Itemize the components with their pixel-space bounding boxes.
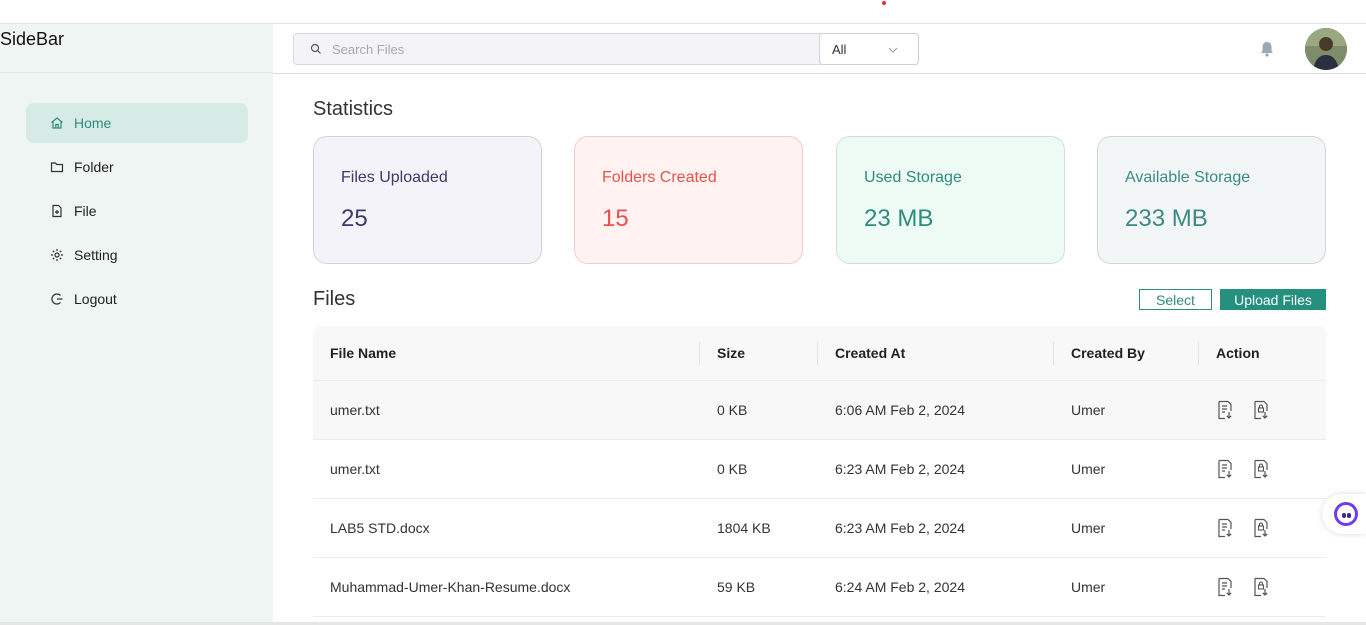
search-icon <box>310 43 321 54</box>
download-file-icon[interactable] <box>1216 459 1234 479</box>
stat-card-folders-created: Folders Created 15 <box>574 136 803 264</box>
column-header-action: Action <box>1216 345 1260 361</box>
folder-icon <box>50 162 64 173</box>
sidebar-nav: Home Folder File Setting Logout <box>26 103 248 323</box>
sidebar-item-label: Setting <box>74 247 118 263</box>
select-button[interactable]: Select <box>1139 289 1212 310</box>
secure-download-icon[interactable] <box>1252 577 1270 597</box>
download-file-icon[interactable] <box>1216 518 1234 538</box>
column-header-created-by[interactable]: Created By <box>1054 326 1199 380</box>
filter-select-value: All <box>832 41 847 57</box>
avatar-photo <box>1305 28 1347 70</box>
stat-cards: Files Uploaded 25 Folders Created 15 Use… <box>313 136 1326 264</box>
sidebar-item-logout[interactable]: Logout <box>26 279 248 319</box>
download-file-icon[interactable] <box>1216 400 1234 420</box>
cell-size: 59 KB <box>717 579 756 595</box>
upload-files-button[interactable]: Upload Files <box>1220 289 1326 310</box>
home-icon <box>51 117 63 129</box>
secure-download-icon[interactable] <box>1252 459 1270 479</box>
cell-action <box>1199 558 1326 616</box>
stat-card-used-storage: Used Storage 23 MB <box>836 136 1065 264</box>
sidebar-item-label: Logout <box>74 291 117 307</box>
cell-created-at: 6:24 AM Feb 2, 2024 <box>835 579 965 595</box>
sidebar-item-label: File <box>74 203 97 219</box>
cell-size: 0 KB <box>717 402 748 418</box>
stat-card-label: Available Storage <box>1125 169 1251 186</box>
sidebar-item-file[interactable]: File <box>26 191 248 231</box>
cell-file-name: Muhammad-Umer-Khan-Resume.docx <box>330 579 571 595</box>
secure-download-icon[interactable] <box>1252 518 1270 538</box>
cell-action <box>1199 499 1326 557</box>
assistant-icon <box>1334 502 1358 526</box>
sidebar-item-home[interactable]: Home <box>26 103 248 143</box>
cell-created-at: 6:23 AM Feb 2, 2024 <box>835 461 965 477</box>
stat-card-available-storage: Available Storage 233 MB <box>1097 136 1326 264</box>
stat-card-value: 23 MB <box>864 205 934 232</box>
sidebar: SideBar Home Folder File Setting Logout <box>0 24 273 625</box>
file-icon <box>52 204 62 218</box>
cell-created-at: 6:23 AM Feb 2, 2024 <box>835 520 965 536</box>
gear-icon <box>51 249 63 261</box>
table-row[interactable]: LAB5 STD.docx 1804 KB 6:23 AM Feb 2, 2024 U… <box>313 499 1326 558</box>
statistics-title: Statistics <box>313 98 394 120</box>
cell-file-name: umer.txt <box>330 402 380 418</box>
sidebar-item-folder[interactable]: Folder <box>26 147 248 187</box>
cell-created-at: 6:06 AM Feb 2, 2024 <box>835 402 965 418</box>
cell-created-by: Umer <box>1071 579 1106 595</box>
search-bar: All <box>293 33 919 65</box>
column-header-created-at[interactable]: Created At <box>818 326 1054 380</box>
table-row[interactable]: Muhammad-Umer-Khan-Resume.docx 59 KB 6:24 … <box>313 558 1326 617</box>
chat-assistant-button[interactable] <box>1322 494 1366 534</box>
stat-card-value: 25 <box>341 205 368 232</box>
browser-top-strip <box>0 0 1366 24</box>
files-table: File Name Size Created At Created By Act… <box>313 326 1326 617</box>
indicator-dot <box>882 1 886 5</box>
row-actions <box>1216 577 1270 597</box>
cell-file-name: umer.txt <box>330 461 380 477</box>
cell-created-by: Umer <box>1071 520 1106 536</box>
cell-size: 0 KB <box>717 461 748 477</box>
cell-size: 1804 KB <box>717 520 771 536</box>
row-actions <box>1216 518 1270 538</box>
table-header: File Name Size Created At Created By Act… <box>313 326 1326 381</box>
table-row[interactable]: umer.txt 0 KB 6:06 AM Feb 2, 2024 Umer <box>313 381 1326 440</box>
table-row[interactable]: umer.txt 0 KB 6:23 AM Feb 2, 2024 Umer <box>313 440 1326 499</box>
secure-download-icon[interactable] <box>1252 400 1270 420</box>
cell-created-by: Umer <box>1071 402 1106 418</box>
logout-icon <box>51 293 63 305</box>
bell-icon[interactable] <box>1258 40 1276 58</box>
cell-created-by: Umer <box>1071 461 1106 477</box>
files-title: Files <box>313 288 356 310</box>
sidebar-title: SideBar <box>0 29 65 49</box>
row-actions <box>1216 400 1270 420</box>
top-header: All <box>273 24 1366 74</box>
sidebar-item-label: Folder <box>74 159 114 175</box>
chevron-down-icon <box>888 47 898 53</box>
sidebar-item-label: Home <box>74 115 112 131</box>
cell-action <box>1199 440 1326 498</box>
filter-select[interactable]: All <box>819 33 919 65</box>
download-file-icon[interactable] <box>1216 577 1234 597</box>
stat-card-label: Files Uploaded <box>341 169 448 186</box>
sidebar-header: SideBar <box>0 24 273 73</box>
stat-card-value: 233 MB <box>1125 205 1208 232</box>
sidebar-item-setting[interactable]: Setting <box>26 235 248 275</box>
column-header-file-name[interactable]: File Name <box>313 326 700 380</box>
stat-card-label: Used Storage <box>864 169 962 186</box>
column-header-size[interactable]: Size <box>700 326 818 380</box>
cell-file-name: LAB5 STD.docx <box>330 520 430 536</box>
cell-action <box>1199 381 1326 439</box>
row-actions <box>1216 459 1270 479</box>
avatar[interactable] <box>1305 28 1347 70</box>
stat-card-label: Folders Created <box>602 169 717 186</box>
search-input[interactable] <box>332 41 812 57</box>
stat-card-files-uploaded: Files Uploaded 25 <box>313 136 542 264</box>
stat-card-value: 15 <box>602 205 629 232</box>
